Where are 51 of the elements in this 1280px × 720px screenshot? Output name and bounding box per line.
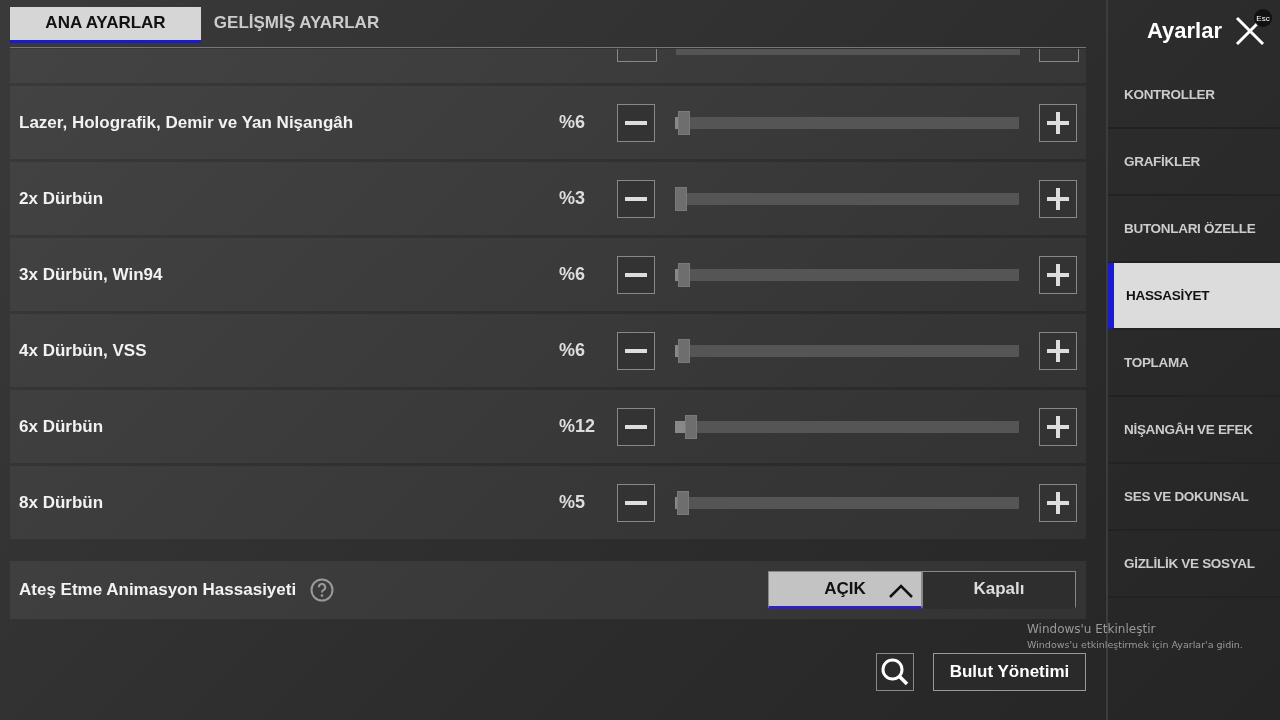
percent-reading: %6	[559, 112, 586, 133]
sidebar-item[interactable]: NİŞANGÂH VE EFEK	[1108, 397, 1280, 464]
setting-label: 6x Dürbün	[19, 416, 105, 437]
slider-thumb[interactable]	[678, 110, 691, 135]
tab[interactable]: ANA AYARLAR	[10, 6, 201, 43]
sidebar-item[interactable]: SES VE DOKUNSAL	[1108, 464, 1280, 531]
sidebar-item[interactable]: KONTROLLER	[1108, 62, 1280, 129]
minus-icon	[625, 272, 647, 277]
plus-icon	[1047, 111, 1069, 134]
sidebar-item[interactable]: GRAFİKLER	[1108, 129, 1280, 196]
slider-thumb[interactable]	[677, 490, 690, 515]
plus-icon	[1047, 415, 1069, 438]
plus-icon	[1047, 339, 1069, 362]
sidebar-item[interactable]: GİZLİLİK VE SOSYAL	[1108, 531, 1280, 598]
search-button[interactable]	[876, 653, 914, 691]
setting-label: 2x Dürbün	[19, 188, 105, 209]
plus-icon	[1047, 187, 1069, 210]
minus-icon	[625, 424, 647, 429]
search-icon	[880, 657, 910, 687]
minus-icon	[625, 348, 647, 353]
sidebar-item[interactable]: TOPLAMA	[1108, 330, 1280, 397]
percent-reading: %6	[559, 340, 586, 361]
setting-label: 4x Dürbün, VSS	[19, 340, 148, 361]
plus-icon	[1047, 491, 1069, 514]
slider-thumb[interactable]	[678, 338, 691, 363]
slider-track[interactable]	[676, 49, 1020, 55]
setting-label: 3x Dürbün, Win94	[19, 264, 164, 285]
toggle-option[interactable]: AÇIK	[768, 571, 922, 609]
slider-thumb[interactable]	[675, 186, 687, 211]
window-title: Ayarlar	[1147, 18, 1222, 44]
minus-icon	[625, 196, 647, 201]
setting-label: Ateş Etme Animasyon Hassasiyeti	[19, 580, 297, 600]
caret-icon	[888, 584, 914, 598]
slider-thumb[interactable]	[685, 414, 698, 439]
slider-thumb[interactable]	[678, 262, 691, 287]
activation-title: Windows'u Etkinleştir	[1027, 622, 1157, 636]
sidebar-item[interactable]: HASSASİYET	[1108, 263, 1280, 330]
percent-reading: %5	[559, 492, 586, 513]
toggle-option[interactable]: Kapalı	[922, 571, 1076, 609]
setting-label: 8x Dürbün	[19, 492, 105, 513]
percent-reading: %3	[559, 188, 586, 209]
setting-label: Lazer, Holografik, Demir ve Yan Nişangâh	[19, 112, 355, 133]
tab[interactable]: GELİŞMİŞ AYARLAR	[201, 6, 392, 43]
cloud-management-button[interactable]: Bulut Yönetimi	[933, 653, 1086, 691]
plus-icon	[1047, 263, 1069, 286]
minus-icon	[625, 500, 647, 505]
percent-reading: %6	[559, 264, 586, 285]
activation-text: Windows'u etkinleştirmek için Ayarlar'a gidin.	[1027, 639, 1243, 650]
percent-reading: %12	[559, 416, 597, 437]
help-icon[interactable]	[310, 578, 335, 602]
minus-icon	[625, 120, 647, 125]
